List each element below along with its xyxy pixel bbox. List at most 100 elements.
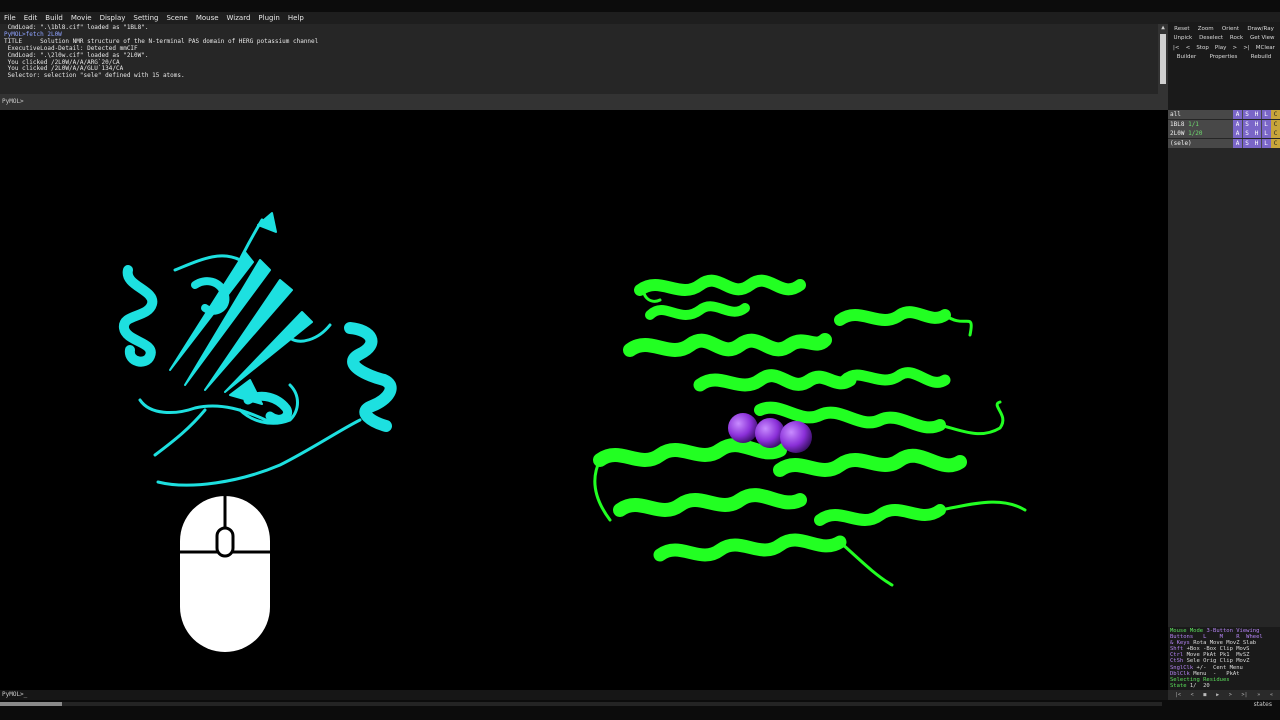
mouse-mode-title: Mouse Mode [1170, 628, 1204, 634]
color-button[interactable]: C [1271, 119, 1280, 129]
play-button[interactable]: Play [1215, 45, 1226, 51]
object-row[interactable]: all ASHLC [1168, 110, 1280, 119]
object-name[interactable]: 1BL8 1/1 [1170, 121, 1199, 128]
deselect-button[interactable]: Deselect [1199, 35, 1223, 41]
modifier-row: Move PkAt Pk1 MvSZ [1186, 652, 1250, 659]
prev-frame-button[interactable]: < [1186, 45, 1191, 51]
forward-button[interactable]: » [1257, 692, 1260, 698]
object-label: (sele) [1170, 139, 1192, 147]
console-line: CmdLoad: ".\1bl8.cif" loaded as "1BL8". [4, 24, 149, 31]
object-state-count: 1/20 [1188, 130, 1203, 137]
hide-button[interactable]: H [1252, 119, 1261, 129]
status-bar: states [0, 700, 1280, 720]
label-button[interactable]: L [1261, 129, 1271, 138]
menu-scene[interactable]: Scene [166, 14, 187, 22]
menu-build[interactable]: Build [45, 14, 63, 22]
builder-button[interactable]: Builder [1177, 54, 1196, 60]
last-state-button[interactable]: >| [1242, 692, 1248, 698]
last-frame-button[interactable]: >| [1243, 45, 1249, 51]
next-frame-button[interactable]: > [1233, 45, 1238, 51]
zoom-button[interactable]: Zoom [1198, 26, 1214, 32]
action-button[interactable]: A [1233, 129, 1242, 138]
command-bar[interactable]: PyMOL> [0, 94, 1168, 110]
show-button[interactable]: S [1242, 119, 1252, 129]
menu-display[interactable]: Display [100, 14, 126, 22]
object-label: 2L0W [1170, 130, 1185, 137]
modifier-key: CtSh [1170, 658, 1184, 665]
rewind-button[interactable]: « [1270, 692, 1273, 698]
object-name[interactable]: all [1170, 111, 1181, 118]
modifier-key: SnglClk [1170, 664, 1194, 671]
menu-edit[interactable]: Edit [24, 14, 38, 22]
get-view-button[interactable]: Get View [1250, 35, 1275, 41]
properties-button[interactable]: Properties [1210, 54, 1238, 60]
progress-fill [0, 702, 62, 706]
menu-movie[interactable]: Movie [71, 14, 92, 22]
mouse-mode-value[interactable]: 3-Button Viewing [1206, 628, 1259, 634]
modifier-row: Menu - PkAt [1193, 670, 1240, 677]
state-value: 1/ 20 [1189, 682, 1210, 689]
protein-2l0w-cartoon[interactable] [119, 212, 397, 487]
object-row[interactable]: 1BL8 1/1 A S H L C [1168, 119, 1280, 129]
object-row[interactable]: 2L0W 1/20 A S H L C [1168, 129, 1280, 138]
mclear-button[interactable]: MClear [1256, 45, 1275, 51]
color-button[interactable]: C [1271, 110, 1280, 119]
orient-button[interactable]: Orient [1222, 26, 1239, 32]
label-button[interactable]: L [1261, 119, 1271, 129]
hide-button[interactable]: H [1252, 110, 1261, 119]
modifier-row: Sele Orig Clip MovZ [1186, 658, 1250, 665]
stop-button[interactable]: Stop [1196, 45, 1209, 51]
menu-wizard[interactable]: Wizard [227, 14, 251, 22]
action-button[interactable]: A [1233, 138, 1242, 148]
prev-state-button[interactable]: < [1191, 692, 1194, 698]
show-button[interactable]: S [1242, 129, 1252, 138]
progress-track[interactable] [62, 702, 1162, 706]
draw-ray-button[interactable]: Draw/Ray [1247, 26, 1274, 32]
color-button[interactable]: C [1271, 129, 1280, 138]
menu-plugin[interactable]: Plugin [258, 14, 279, 22]
viewport-canvas[interactable] [0, 110, 1168, 690]
first-frame-button[interactable]: |< [1173, 45, 1179, 51]
menu-file[interactable]: File [4, 14, 16, 22]
play-state-button[interactable]: ▶ [1216, 692, 1219, 698]
keys-label: & Keys [1170, 640, 1190, 647]
reset-button[interactable]: Reset [1174, 26, 1189, 32]
object-row[interactable]: (sele) ASHLC [1168, 138, 1280, 148]
menu-mouse[interactable]: Mouse [196, 14, 219, 22]
color-button[interactable]: C [1271, 138, 1280, 148]
states-label: states [1253, 701, 1272, 708]
object-panel: all A S H L C 1BL8 1/1 A S H L C 2L0W 1/20 A S H L C (sel… [1168, 110, 1280, 627]
stop-state-button[interactable]: ■ [1203, 692, 1206, 698]
menu-help[interactable]: Help [288, 14, 304, 22]
hide-button[interactable]: H [1252, 138, 1261, 148]
object-name[interactable]: 2L0W 1/20 [1170, 130, 1203, 137]
object-name[interactable]: (sele) [1170, 140, 1192, 147]
control-panel: Reset Zoom Orient Draw/Ray Unpick Desele… [1168, 22, 1280, 110]
first-state-button[interactable]: |< [1175, 692, 1181, 698]
label-button[interactable]: L [1261, 110, 1271, 119]
object-label: 1BL8 [1170, 120, 1185, 128]
rebuild-button[interactable]: Rebuild [1251, 54, 1271, 60]
console-line: You clicked /2L0W/A/A/ARG`20/CA [4, 58, 120, 66]
mouse-icon [180, 496, 270, 652]
scroll-thumb[interactable] [1160, 34, 1166, 84]
bottom-command-line[interactable]: PyMOL>_ [0, 690, 1168, 700]
show-button[interactable]: S [1242, 138, 1252, 148]
action-button[interactable]: A [1233, 119, 1242, 129]
unpick-button[interactable]: Unpick [1173, 35, 1192, 41]
molecular-viewport[interactable] [0, 110, 1168, 690]
modifier-key: Shft [1170, 646, 1184, 653]
playback-controls: |< < ■ ▶ > >| » « [1168, 690, 1280, 700]
rock-button[interactable]: Rock [1230, 35, 1243, 41]
state-label: State [1170, 682, 1187, 689]
command-prompt[interactable]: PyMOL> [2, 98, 24, 105]
bottom-prompt[interactable]: PyMOL>_ [2, 691, 27, 698]
next-state-button[interactable]: > [1229, 692, 1232, 698]
label-button[interactable]: L [1261, 138, 1271, 148]
scroll-up-icon[interactable]: ▲ [1158, 24, 1168, 32]
menu-setting[interactable]: Setting [133, 14, 158, 22]
hide-button[interactable]: H [1252, 129, 1261, 138]
action-button[interactable]: A [1233, 110, 1242, 119]
show-button[interactable]: S [1242, 110, 1252, 119]
console-scrollbar[interactable]: ▲ [1158, 24, 1168, 94]
